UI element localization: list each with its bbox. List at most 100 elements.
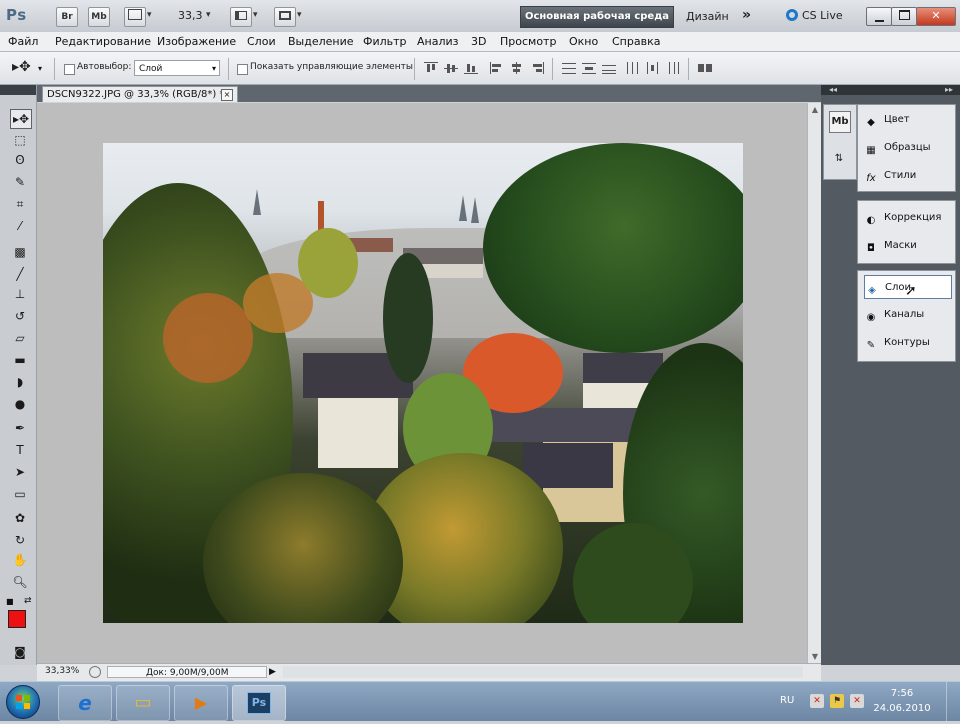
history-panel-icon[interactable]: ⇅ <box>829 149 849 169</box>
eraser-tool-icon[interactable]: ▱ <box>10 329 30 347</box>
arrange-documents-button[interactable] <box>230 7 252 27</box>
panel-styles[interactable]: fx Стили <box>864 164 952 188</box>
menu-file[interactable]: Файл <box>8 35 38 48</box>
distribute-vertical-centers-icon[interactable] <box>582 62 596 74</box>
restore-button[interactable] <box>891 7 917 26</box>
mini-bridge-panel-icon[interactable]: Mb <box>829 111 851 133</box>
distribute-horizontal-centers-icon[interactable] <box>646 62 660 74</box>
menu-help[interactable]: Справка <box>612 35 660 48</box>
menu-3d[interactable]: 3D <box>471 35 486 48</box>
hand-tool-icon[interactable]: ✋ <box>10 551 30 569</box>
clock-time[interactable]: 7:56 <box>880 688 924 699</box>
align-right-edges-icon[interactable] <box>530 62 544 74</box>
panel-channels[interactable]: ◉ Каналы <box>864 303 952 327</box>
view-extras-dropdown-icon[interactable]: ▾ <box>147 10 152 20</box>
minimize-button[interactable] <box>866 7 892 26</box>
3d-orbit-tool-icon[interactable]: ↻ <box>10 531 30 549</box>
autoselect-target-select[interactable]: Слой ▾ <box>134 60 220 76</box>
arrange-dropdown-icon[interactable]: ▾ <box>253 10 258 20</box>
action-center-icon[interactable]: ⚑ <box>830 694 844 708</box>
align-vertical-centers-icon[interactable] <box>444 62 458 74</box>
workspace-design-button[interactable]: Дизайн <box>686 10 729 23</box>
default-colors-icon[interactable]: ■ <box>6 597 14 606</box>
blur-tool-icon[interactable]: ◗ <box>10 373 30 391</box>
eyedropper-tool-icon[interactable]: ⁄ <box>10 217 30 235</box>
marquee-tool-icon[interactable]: ⬚ <box>10 131 30 149</box>
align-horizontal-centers-icon[interactable] <box>510 62 524 74</box>
swap-colors-icon[interactable]: ⇄ <box>24 596 32 606</box>
distribute-left-icon[interactable] <box>626 62 640 74</box>
volume-icon[interactable]: ✕ <box>850 694 864 708</box>
menu-view[interactable]: Просмотр <box>500 35 556 48</box>
show-transform-checkbox[interactable] <box>237 64 248 75</box>
panel-adjustments[interactable]: ◐ Коррекция <box>864 206 952 230</box>
keyboard-language[interactable]: RU <box>780 695 794 706</box>
workspace-more-button[interactable]: » <box>742 7 751 23</box>
scroll-up-icon[interactable]: ▲ <box>808 105 822 114</box>
panel-paths[interactable]: ✎ Контуры <box>864 331 952 355</box>
tools-panel-header[interactable] <box>0 85 36 95</box>
status-zoom-field[interactable]: 33,33% <box>45 666 79 676</box>
horizontal-scrollbar[interactable] <box>283 666 803 678</box>
brush-tool-icon[interactable]: ╱ <box>10 265 30 283</box>
start-button[interactable] <box>6 685 40 719</box>
taskbar-internet-explorer[interactable]: e <box>58 685 112 721</box>
distribute-bottom-icon[interactable] <box>602 62 616 74</box>
collapse-right-icon[interactable]: ▸▸ <box>945 85 953 94</box>
dodge-tool-icon[interactable]: ● <box>10 395 30 413</box>
autoselect-checkbox[interactable] <box>64 64 75 75</box>
move-tool-preset-icon[interactable]: ▸✥ <box>12 59 31 75</box>
type-tool-icon[interactable]: T <box>10 441 30 459</box>
taskbar-file-explorer[interactable]: ▭ <box>116 685 170 721</box>
path-selection-tool-icon[interactable]: ➤ <box>10 463 30 481</box>
quick-selection-tool-icon[interactable]: ✎ <box>10 173 30 191</box>
foreground-color-swatch[interactable] <box>8 610 26 628</box>
align-left-edges-icon[interactable] <box>490 62 504 74</box>
taskbar-photoshop[interactable]: Ps <box>232 685 286 721</box>
clone-stamp-tool-icon[interactable]: ⊥ <box>10 285 30 303</box>
align-bottom-edges-icon[interactable] <box>464 62 478 74</box>
rectangle-tool-icon[interactable]: ▭ <box>10 485 30 503</box>
tool-preset-dropdown-icon[interactable]: ▾ <box>38 64 42 73</box>
taskbar-media-player[interactable]: ▶ <box>174 685 228 721</box>
vertical-scrollbar[interactable]: ▲ ▼ <box>807 103 822 663</box>
bridge-button[interactable]: Br <box>56 7 78 27</box>
menu-window[interactable]: Окно <box>569 35 598 48</box>
mini-bridge-button[interactable]: Mb <box>88 7 110 27</box>
screen-mode-button[interactable] <box>274 7 296 27</box>
lasso-tool-icon[interactable]: ʘ <box>10 151 30 169</box>
move-tool-icon[interactable]: ▸✥ <box>10 109 32 129</box>
close-document-icon[interactable]: × <box>221 89 233 101</box>
distribute-top-icon[interactable] <box>562 62 576 74</box>
status-menu-arrow-icon[interactable]: ▶ <box>269 667 276 677</box>
panel-color[interactable]: ◆ Цвет <box>864 108 952 132</box>
view-extras-button[interactable] <box>124 7 146 27</box>
gradient-tool-icon[interactable]: ▬ <box>10 351 30 369</box>
history-brush-tool-icon[interactable]: ↺ <box>10 307 30 325</box>
collapse-left-icon[interactable]: ◂◂ <box>829 85 837 94</box>
document-tab[interactable]: DSCN9322.JPG @ 33,3% (RGB/8*) * × <box>42 86 238 102</box>
menu-select[interactable]: Выделение <box>288 35 354 48</box>
auto-align-layers-icon[interactable] <box>698 62 712 74</box>
zoom-dropdown-icon[interactable]: ▾ <box>206 10 211 20</box>
show-desktop-button[interactable] <box>946 682 960 721</box>
screen-mode-dropdown-icon[interactable]: ▾ <box>297 10 302 20</box>
menu-analysis[interactable]: Анализ <box>417 35 459 48</box>
workspace-essentials-button[interactable]: Основная рабочая среда <box>520 6 674 28</box>
menu-layer[interactable]: Слои <box>247 35 276 48</box>
crop-tool-icon[interactable]: ⌗ <box>10 195 30 213</box>
clock-date[interactable]: 24.06.2010 <box>866 703 938 714</box>
zoom-tool-icon[interactable]: 🔍︎ <box>10 573 30 591</box>
menu-image[interactable]: Изображение <box>157 35 236 48</box>
pen-tool-icon[interactable]: ✒ <box>10 419 30 437</box>
panel-masks[interactable]: ◘ Маски <box>864 234 952 258</box>
align-top-edges-icon[interactable] <box>424 62 438 74</box>
network-icon[interactable]: ✕ <box>810 694 824 708</box>
menu-filter[interactable]: Фильтр <box>363 35 407 48</box>
document-image[interactable] <box>103 143 743 623</box>
distribute-right-icon[interactable] <box>666 62 680 74</box>
panel-swatches[interactable]: ▦ Образцы <box>864 136 952 160</box>
spot-healing-tool-icon[interactable]: ▩ <box>10 243 30 261</box>
scroll-down-icon[interactable]: ▼ <box>808 652 822 661</box>
3d-rotate-tool-icon[interactable]: ✿ <box>10 509 30 527</box>
